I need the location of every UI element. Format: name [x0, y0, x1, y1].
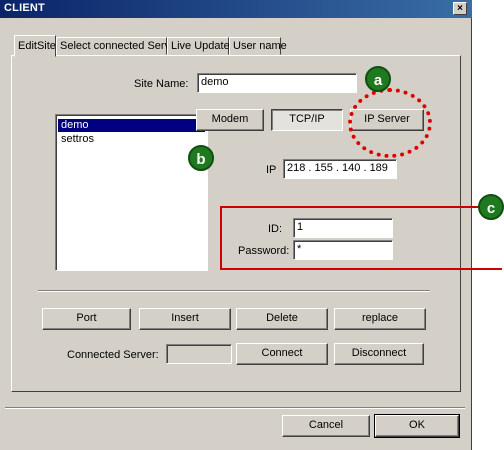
- annotation-badge-c: c: [478, 194, 504, 220]
- tab-user-name[interactable]: User name: [229, 37, 287, 55]
- connected-server-label: Connected Server:: [67, 349, 159, 361]
- tab-editsite[interactable]: EditSite: [14, 35, 56, 57]
- tab-label: Live Update: [171, 40, 230, 52]
- footer-separator: [5, 407, 465, 409]
- replace-button[interactable]: replace: [334, 308, 426, 330]
- close-icon: ×: [457, 3, 463, 14]
- window-title: CLIENT: [4, 2, 45, 14]
- ip-server-highlight: [348, 88, 432, 158]
- site-name-label: Site Name:: [134, 78, 189, 90]
- connected-server-field: [166, 344, 232, 364]
- ip-address-input[interactable]: 218 . 155 . 140 . 189: [283, 159, 397, 179]
- tab-label: Select connected Server: [60, 40, 180, 52]
- ip-label: IP: [266, 164, 277, 176]
- tab-live-update[interactable]: Live Update: [167, 37, 230, 55]
- title-bar[interactable]: CLIENT ×: [0, 0, 472, 18]
- tab-select-connected-server[interactable]: Select connected Server: [56, 37, 180, 55]
- list-item[interactable]: settros: [58, 133, 205, 146]
- annotation-badge-b: b: [188, 145, 214, 171]
- connect-button[interactable]: Connect: [236, 343, 328, 365]
- annotation-badge-a: a: [365, 66, 391, 92]
- credentials-highlight: [220, 206, 502, 270]
- cancel-button[interactable]: Cancel: [282, 415, 370, 437]
- list-item[interactable]: demo: [58, 119, 205, 132]
- insert-button[interactable]: Insert: [139, 308, 231, 330]
- modem-button[interactable]: Modem: [196, 109, 264, 131]
- port-button[interactable]: Port: [42, 308, 131, 330]
- site-name-input[interactable]: demo: [197, 73, 357, 93]
- delete-button[interactable]: Delete: [236, 308, 328, 330]
- tab-label: EditSite: [18, 40, 56, 52]
- ok-button[interactable]: OK: [374, 414, 460, 438]
- tab-label: User name: [233, 40, 287, 52]
- tcpip-button[interactable]: TCP/IP: [271, 109, 343, 131]
- disconnect-button[interactable]: Disconnect: [334, 343, 424, 365]
- close-button[interactable]: ×: [453, 2, 467, 15]
- site-list[interactable]: demo settros: [55, 114, 208, 271]
- separator: [38, 290, 430, 292]
